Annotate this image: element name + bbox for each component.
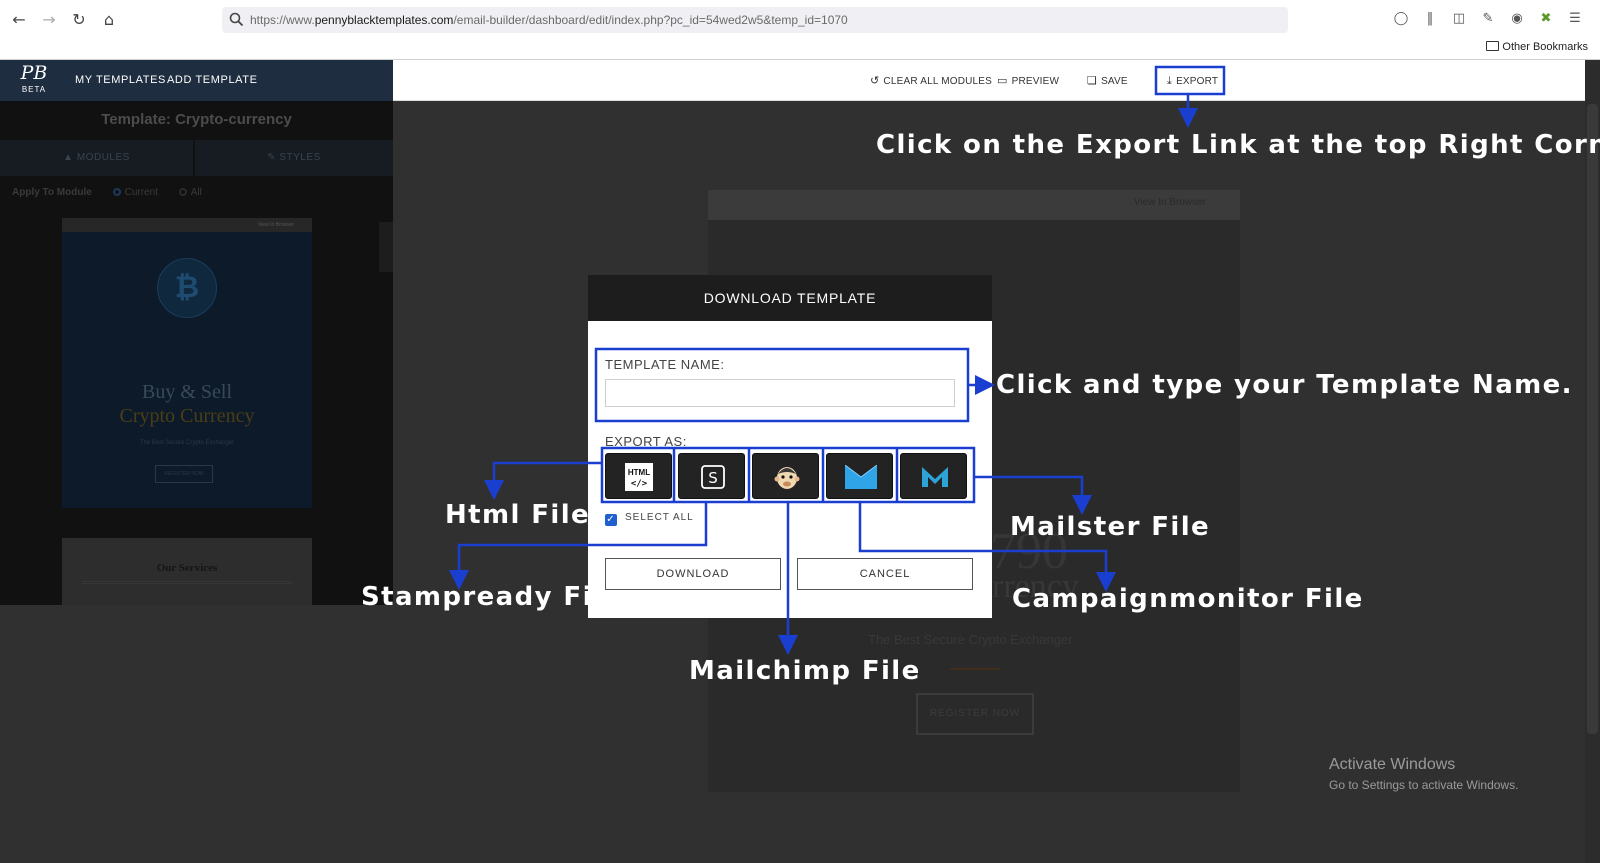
annotation-campaignmonitor-file: Campaignmonitor File (1012, 584, 1364, 614)
annotation-export-hint: Click on the Export Link at the top Righ… (876, 130, 1600, 160)
windows-activation-title: Activate Windows (1329, 756, 1456, 773)
annotation-name-hint: Click and type your Template Name. (996, 370, 1573, 400)
annotation-mailchimp-file: Mailchimp File (689, 656, 921, 686)
annotation-stampready-file: Stampready File (361, 582, 623, 612)
annotation-mailster-file: Mailster File (1010, 512, 1211, 542)
annotation-html-file: Html File (445, 500, 591, 530)
windows-activation-subtitle: Go to Settings to activate Windows. (1329, 778, 1519, 792)
